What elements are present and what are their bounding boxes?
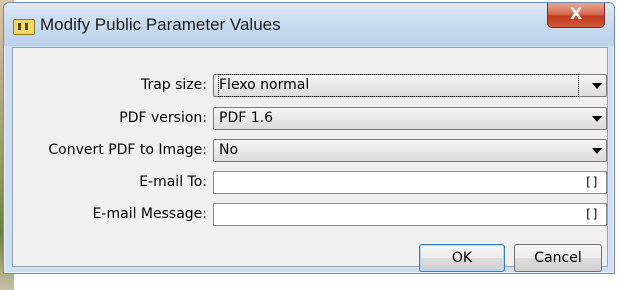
email-to-field[interactable]: [] xyxy=(213,171,607,194)
chevron-down-icon xyxy=(592,83,602,89)
email-message-label: E-mail Message: xyxy=(92,206,207,222)
dialog-window: Modify Public Parameter Values X Trap si… xyxy=(3,2,615,274)
convert-pdf-label: Convert PDF to Image: xyxy=(48,142,207,158)
window-title: Modify Public Parameter Values xyxy=(40,15,281,34)
app-icon xyxy=(13,19,35,35)
chevron-down-icon xyxy=(592,148,602,154)
email-to-label: E-mail To: xyxy=(139,174,207,190)
cancel-button[interactable]: Cancel xyxy=(514,244,602,272)
close-button[interactable]: X xyxy=(547,3,605,28)
email-message-field[interactable]: [] xyxy=(213,203,607,226)
ok-button[interactable]: OK xyxy=(419,244,505,272)
pdf-version-select[interactable]: PDF 1.6 xyxy=(213,107,607,130)
list-editor-icon[interactable]: [] xyxy=(585,175,599,189)
trap-size-value: Flexo normal xyxy=(218,74,579,97)
chevron-down-icon xyxy=(592,116,602,122)
pdf-version-value: PDF 1.6 xyxy=(219,110,273,126)
convert-pdf-select[interactable]: No xyxy=(213,139,607,162)
list-editor-icon[interactable]: [] xyxy=(585,207,599,221)
trap-size-select[interactable]: Flexo normal xyxy=(213,74,607,97)
pdf-version-label: PDF version: xyxy=(119,110,207,126)
convert-pdf-value: No xyxy=(219,142,239,158)
title-bar[interactable]: Modify Public Parameter Values X xyxy=(4,3,614,46)
trap-size-label: Trap size: xyxy=(140,77,207,93)
form-panel: Trap size: Flexo normal PDF version: PDF… xyxy=(12,47,608,272)
